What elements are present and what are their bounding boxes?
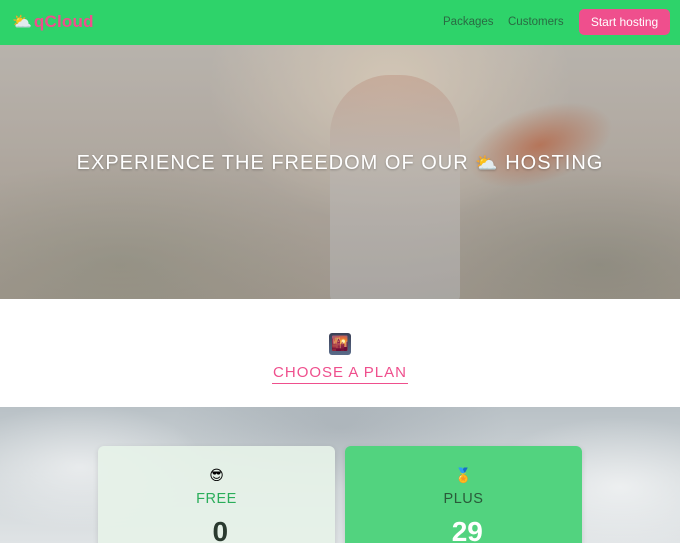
top-nav-bar: ⛅ qCloud Packages Customers Start hostin… [0, 0, 680, 45]
plan-card-plus[interactable]: 🏅 PLUS $29 [345, 446, 582, 543]
logo-text: qCloud [33, 12, 94, 31]
title-underline [272, 383, 408, 384]
plan-amount: 29 [451, 516, 483, 543]
nav-link-packages[interactable]: Packages [443, 16, 494, 28]
medal-icon: 🏅 [454, 468, 473, 484]
plan-card-free[interactable]: 😎 FREE $0 [98, 446, 335, 543]
choose-plan-section: 🌇 CHOOSE A PLAN [0, 299, 680, 407]
hero-title: EXPERIENCE THE FREEDOM OF OUR ⛅ HOSTING [0, 152, 680, 175]
plan-name: PLUS [443, 491, 484, 507]
plan-amount: 0 [212, 516, 229, 543]
plans-section: 😎 FREE $0 🏅 PLUS $29 [0, 407, 680, 543]
start-hosting-button[interactable]: Start hosting [579, 9, 670, 35]
sunglasses-face-icon: 😎 [209, 468, 224, 484]
sun-behind-cloud-icon: ⛅ [475, 153, 499, 173]
hero-title-before: EXPERIENCE THE FREEDOM OF OUR [76, 152, 469, 174]
plan-price: $29 [345, 516, 582, 543]
hero-title-after: HOSTING [505, 152, 604, 174]
logo[interactable]: ⛅ qCloud [12, 12, 94, 32]
plan-name: FREE [196, 491, 237, 507]
hero-banner: EXPERIENCE THE FREEDOM OF OUR ⛅ HOSTING [0, 45, 680, 299]
choose-plan-title: CHOOSE A PLAN [273, 364, 407, 381]
nav-link-customers[interactable]: Customers [508, 16, 564, 28]
sun-behind-cloud-icon: ⛅ [12, 12, 32, 31]
sunset-city-icon: 🌇 [329, 333, 351, 355]
plan-price: $0 [98, 516, 335, 543]
